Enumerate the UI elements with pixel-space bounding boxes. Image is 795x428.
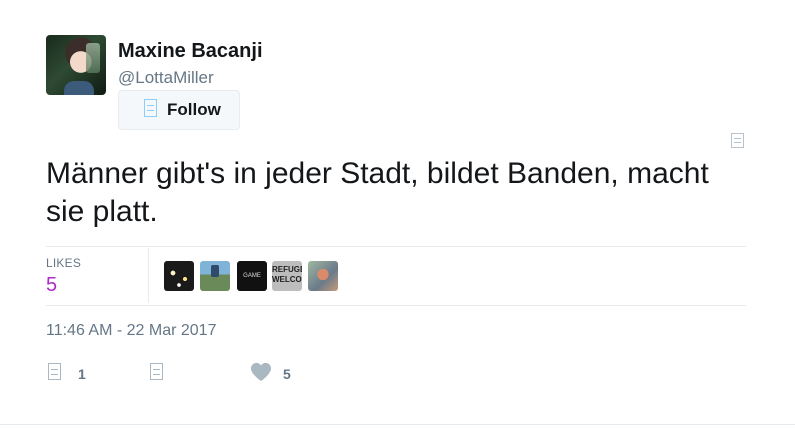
like-count: 5 bbox=[283, 366, 291, 382]
retweet-icon bbox=[150, 363, 163, 380]
likes-stat[interactable]: LIKES 5 bbox=[46, 254, 148, 298]
author-avatar[interactable] bbox=[46, 35, 106, 95]
liker-avatar-landscape[interactable] bbox=[200, 261, 230, 291]
avatar-shirt bbox=[64, 81, 94, 95]
follow-button-label: Follow bbox=[167, 100, 221, 119]
liker-avatar-game-over-text: GAME OVER bbox=[243, 273, 261, 279]
liker-avatar-lights[interactable] bbox=[164, 261, 194, 291]
avatar-background-detail bbox=[86, 43, 100, 73]
reply-count: 1 bbox=[78, 366, 86, 382]
footer-divider bbox=[0, 424, 795, 425]
tweet-menu-icon[interactable] bbox=[731, 133, 744, 148]
tweet-text: Männer gibt's in jeder Stadt, bildet Ban… bbox=[46, 157, 709, 228]
likes-count: 5 bbox=[46, 274, 58, 296]
bird-icon bbox=[144, 99, 157, 117]
liker-avatar-game-over[interactable]: GAME OVER bbox=[237, 261, 267, 291]
likes-label: LIKES bbox=[46, 256, 82, 270]
author-handle[interactable]: @LottaMiller bbox=[118, 68, 214, 88]
stats-divider-top bbox=[46, 246, 746, 247]
liker-avatar-refugees-welcome-text: REFUGEES WELCOME bbox=[272, 265, 302, 284]
author-display-name[interactable]: Maxine Bacanji bbox=[118, 40, 263, 63]
stats-divider-bottom bbox=[46, 305, 746, 306]
liker-avatar-illustration[interactable] bbox=[308, 261, 338, 291]
embedded-tweet: Maxine Bacanji @LottaMiller Follow Männe… bbox=[0, 0, 795, 428]
tweet-timestamp[interactable]: 11:46 AM - 22 Mar 2017 bbox=[46, 322, 216, 340]
reply-icon bbox=[48, 363, 61, 380]
heart-icon bbox=[251, 362, 271, 382]
liker-avatar-refugees-welcome[interactable]: REFUGEES WELCOME bbox=[272, 261, 302, 291]
stats-separator bbox=[148, 248, 149, 303]
follow-button[interactable]: Follow bbox=[118, 90, 240, 130]
